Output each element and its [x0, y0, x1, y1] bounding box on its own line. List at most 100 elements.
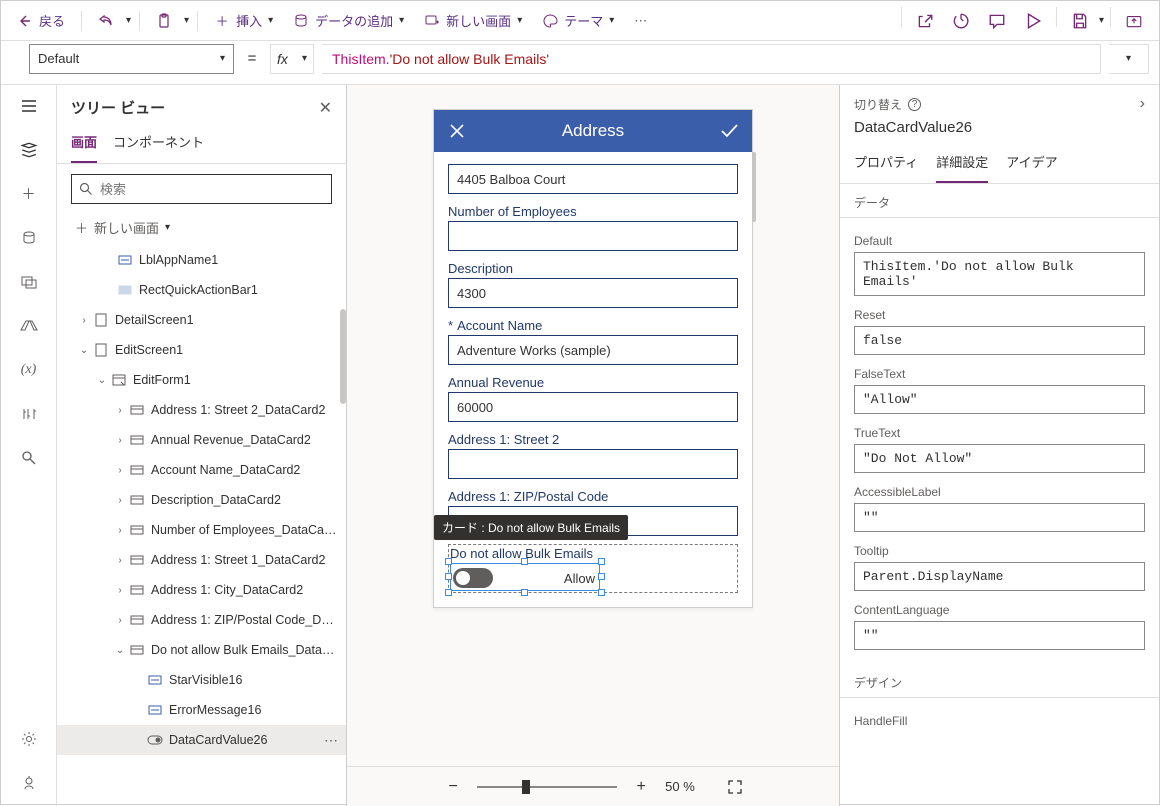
zoom-slider[interactable]	[477, 786, 617, 788]
tree-node-datacard[interactable]: ›Address 1: Street 1_DataCard2	[57, 545, 346, 575]
tree-node-star[interactable]: StarVisible16	[57, 665, 346, 695]
collapse-icon[interactable]: ⌄	[95, 375, 109, 386]
property-dropdown[interactable]: Default ▾	[29, 44, 234, 74]
chevron-down-icon[interactable]: ▾	[184, 15, 189, 26]
tree-scrollbar[interactable]	[340, 309, 346, 404]
play-icon[interactable]	[1016, 7, 1050, 35]
virtual-agent-icon[interactable]	[18, 772, 40, 794]
tree-node-datacard[interactable]: ›Address 1: ZIP/Postal Code_DataCard2	[57, 605, 346, 635]
checker-icon[interactable]	[944, 7, 978, 35]
tab-screens[interactable]: 画面	[71, 126, 97, 163]
prop-input-contentlanguage[interactable]: ""	[854, 621, 1145, 650]
fx-button[interactable]: fx ▾	[270, 44, 314, 74]
tree-search-input[interactable]	[71, 174, 332, 204]
more-icon[interactable]: ⋯	[324, 732, 338, 749]
search-rail-icon[interactable]	[18, 447, 40, 469]
tree-node-datacard[interactable]: ›Description_DataCard2	[57, 485, 346, 515]
canvas[interactable]: Address Number of Employees Description …	[347, 85, 839, 766]
info-icon[interactable]: ?	[908, 98, 921, 111]
insert-button[interactable]: ＋ 挿入 ▾	[206, 7, 281, 34]
fit-screen-icon[interactable]	[727, 779, 743, 795]
tree-node-datacard-bulk[interactable]: ⌄Do not allow Bulk Emails_DataCard6	[57, 635, 346, 665]
formula-input[interactable]: ThisItem.'Do not allow Bulk Emails'	[322, 44, 1101, 74]
tree-node-datacard[interactable]: ›Account Name_DataCard2	[57, 455, 346, 485]
overflow-button[interactable]: ⋯	[626, 9, 655, 33]
new-screen-link[interactable]: ＋ 新しい画面 ▾	[57, 214, 346, 245]
tree-node-datacard[interactable]: ›Address 1: City_DataCard2	[57, 575, 346, 605]
tree-node-datacard[interactable]: ›Annual Revenue_DataCard2	[57, 425, 346, 455]
expand-icon[interactable]: ›	[113, 555, 127, 566]
collapse-icon[interactable]: ⌄	[77, 345, 91, 356]
chevron-down-icon[interactable]: ▾	[126, 15, 131, 26]
tree-node-datacard[interactable]: ›Address 1: Street 2_DataCard2	[57, 395, 346, 425]
share-icon[interactable]	[908, 7, 942, 35]
zoom-in-button[interactable]: +	[631, 777, 651, 797]
screen-icon	[93, 312, 109, 328]
formula-expand-button[interactable]: ▾	[1109, 44, 1149, 74]
expand-icon[interactable]: ›	[113, 525, 127, 536]
chevron-right-icon[interactable]: ›	[1140, 95, 1145, 113]
expand-icon[interactable]: ›	[113, 435, 127, 446]
tree-node-datacard[interactable]: ›Number of Employees_DataCard2	[57, 515, 346, 545]
advanced-rail-icon[interactable]	[18, 403, 40, 425]
collapse-icon[interactable]: ⌄	[113, 645, 127, 656]
variables-rail-icon[interactable]: (x)	[18, 359, 40, 381]
expand-icon[interactable]: ›	[113, 465, 127, 476]
insert-rail-icon[interactable]: ＋	[18, 183, 40, 205]
field-input-balboa[interactable]	[448, 164, 738, 194]
expand-icon[interactable]: ›	[77, 315, 91, 326]
add-data-button[interactable]: データの追加 ▾	[285, 7, 412, 34]
new-screen-button[interactable]: 新しい画面 ▾	[416, 7, 530, 34]
close-icon[interactable]	[444, 118, 470, 144]
check-icon[interactable]	[716, 118, 742, 144]
expand-icon[interactable]: ›	[113, 495, 127, 506]
tree-node-error[interactable]: ErrorMessage16	[57, 695, 346, 725]
tree-view-icon[interactable]	[18, 139, 40, 161]
tree-node-rect[interactable]: RectQuickActionBar1	[57, 275, 346, 305]
paste-button[interactable]	[148, 9, 180, 33]
media-rail-icon[interactable]	[18, 271, 40, 293]
field-input-revenue[interactable]	[448, 392, 738, 422]
prop-input-falsetext[interactable]: "Allow"	[854, 385, 1145, 414]
card-icon	[129, 612, 145, 628]
prop-input-tooltip[interactable]: Parent.DisplayName	[854, 562, 1145, 591]
prop-input-reset[interactable]: false	[854, 326, 1145, 355]
expand-icon[interactable]: ›	[113, 405, 127, 416]
data-rail-icon[interactable]	[18, 227, 40, 249]
form-body: Number of Employees Description *Account…	[434, 152, 752, 607]
field-input-desc[interactable]	[448, 278, 738, 308]
save-icon[interactable]	[1063, 7, 1097, 35]
tree-node-datacardvalue[interactable]: DataCardValue26⋯	[57, 725, 346, 755]
field-input-numemp[interactable]	[448, 221, 738, 251]
tab-components[interactable]: コンポーネント	[113, 126, 204, 163]
toggle-control[interactable]	[453, 568, 493, 588]
scrollbar[interactable]	[752, 152, 756, 222]
prop-input-default[interactable]: ThisItem.'Do not allow Bulk Emails'	[854, 252, 1145, 296]
tree-node-label[interactable]: LblAppName1	[57, 245, 346, 275]
prop-input-accessiblelabel[interactable]: ""	[854, 503, 1145, 532]
prop-label: Default	[854, 234, 1145, 248]
tab-ideas[interactable]: アイデア	[1006, 146, 1057, 183]
close-icon[interactable]: ✕	[319, 98, 332, 118]
tab-advanced[interactable]: 詳細設定	[936, 146, 988, 183]
expand-icon[interactable]: ›	[113, 585, 127, 596]
field-input-street2[interactable]	[448, 449, 738, 479]
chevron-down-icon[interactable]: ▾	[1099, 15, 1104, 26]
tree-node-editscreen[interactable]: ⌄EditScreen1	[57, 335, 346, 365]
comment-icon[interactable]	[980, 7, 1014, 35]
tab-properties[interactable]: プロパティ	[854, 146, 918, 183]
expand-icon[interactable]: ›	[113, 615, 127, 626]
field-input-account[interactable]	[448, 335, 738, 365]
theme-button[interactable]: テーマ ▾	[534, 7, 622, 34]
publish-icon[interactable]	[1117, 7, 1151, 35]
hamburger-icon[interactable]	[18, 95, 40, 117]
flows-rail-icon[interactable]	[18, 315, 40, 337]
back-button[interactable]: 戻る	[9, 7, 73, 34]
settings-rail-icon[interactable]	[18, 728, 40, 750]
tree-node-detailscreen[interactable]: ›DetailScreen1	[57, 305, 346, 335]
prop-input-truetext[interactable]: "Do Not Allow"	[854, 444, 1145, 473]
tree-node-editform[interactable]: ⌄EditForm1	[57, 365, 346, 395]
undo-button[interactable]	[90, 9, 122, 33]
screen-plus-icon	[424, 13, 440, 29]
zoom-out-button[interactable]: −	[443, 777, 463, 797]
